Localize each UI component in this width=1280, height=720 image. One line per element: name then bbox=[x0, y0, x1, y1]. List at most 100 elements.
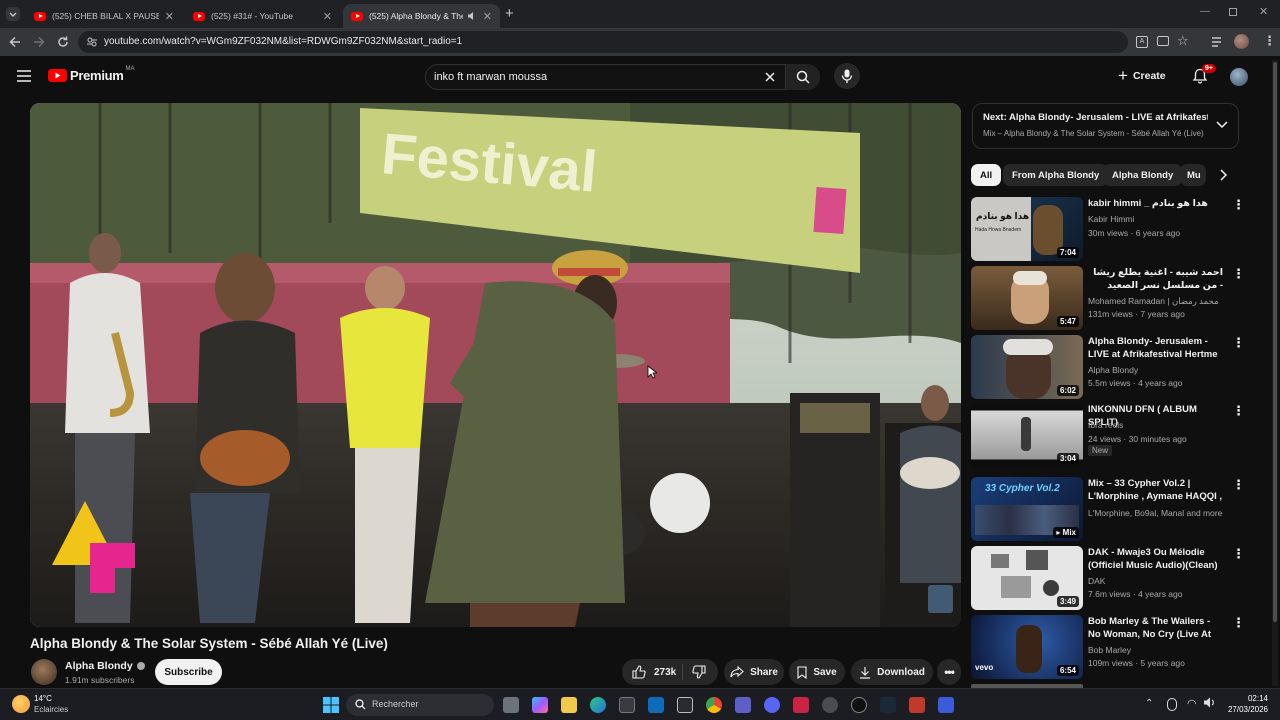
more-options-icon[interactable] bbox=[1231, 615, 1245, 631]
chip-all[interactable]: All bbox=[971, 164, 1002, 186]
edge-icon[interactable] bbox=[590, 697, 606, 713]
maximize-button[interactable] bbox=[1229, 8, 1237, 16]
channel-name: Alpha Blondy bbox=[65, 660, 133, 672]
outlook-icon[interactable] bbox=[648, 697, 664, 713]
chip-from-alpha-blondy[interactable]: From Alpha Blondy bbox=[1003, 164, 1109, 186]
hamburger-menu-button[interactable] bbox=[17, 70, 31, 82]
acrobat-icon[interactable] bbox=[793, 697, 809, 713]
weather-icon[interactable] bbox=[12, 695, 30, 713]
app-icon[interactable] bbox=[909, 697, 925, 713]
youtube-premium-logo[interactable]: Premium MA bbox=[48, 66, 135, 83]
teams-icon[interactable] bbox=[735, 697, 751, 713]
translate-icon[interactable]: A bbox=[1136, 36, 1148, 48]
recommendation-item[interactable]: 5:47 احمد شيبه - اغنية يطلع ريشا - من مس… bbox=[971, 266, 1245, 330]
discord-icon[interactable] bbox=[764, 697, 780, 713]
search-button[interactable] bbox=[785, 64, 820, 90]
task-view-icon[interactable] bbox=[503, 697, 519, 713]
chevron-up-icon[interactable]: ⌃ bbox=[1145, 698, 1153, 709]
chip-music[interactable]: Mu bbox=[1180, 164, 1206, 186]
start-button[interactable] bbox=[323, 697, 339, 713]
recommendation-item[interactable]: 33 Cypher Vol.2 ▸ Mix Mix – 33 Cypher Vo… bbox=[971, 477, 1245, 541]
create-button[interactable]: + Create bbox=[1118, 63, 1166, 89]
chip-alpha-blondy[interactable]: Alpha Blondy bbox=[1103, 164, 1183, 186]
up-next-panel[interactable]: Next: Alpha Blondy- Jerusalem - LIVE at … bbox=[972, 103, 1239, 149]
new-tab-button[interactable]: + bbox=[505, 5, 514, 22]
subscribe-button[interactable]: Subscribe bbox=[155, 659, 222, 685]
app-icon[interactable] bbox=[851, 697, 867, 713]
url-field[interactable]: youtube.com/watch?v=WGm9ZF032NM&list=RDW… bbox=[78, 31, 1128, 53]
steam-icon[interactable] bbox=[880, 697, 896, 713]
recommendation-item[interactable]: هدا هو بنادم Hada Howa Bnadem 7:04 kabir… bbox=[971, 197, 1245, 261]
expand-playlist-button[interactable] bbox=[1216, 120, 1228, 130]
close-tab-icon[interactable]: ✕ bbox=[165, 10, 174, 23]
recommendation-item[interactable]: 3:49 DAK - Mwaje3 Ou Mélodie (Officiel M… bbox=[971, 546, 1245, 610]
share-button[interactable]: Share bbox=[724, 659, 784, 685]
more-options-icon[interactable] bbox=[1231, 266, 1245, 282]
bookmark-star-icon[interactable]: ☆ bbox=[1177, 33, 1189, 49]
rec-meta: 7.6m views · 4 years ago bbox=[1088, 589, 1183, 599]
video-thumbnail: 6:02 bbox=[971, 335, 1083, 399]
more-options-icon[interactable] bbox=[1231, 335, 1245, 351]
more-actions-button[interactable]: ••• bbox=[937, 659, 961, 685]
video-player[interactable]: Festival bbox=[30, 103, 961, 627]
close-tab-icon[interactable]: ✕ bbox=[323, 10, 332, 23]
forward-button[interactable] bbox=[32, 35, 46, 49]
video-thumbnail: هدا هو بنادم Hada Howa Bnadem 7:04 bbox=[971, 197, 1083, 261]
back-button[interactable] bbox=[8, 35, 22, 49]
browser-tab-active[interactable]: (525) Alpha Blondy & The Solar System ✕ bbox=[343, 4, 500, 28]
chevron-right-icon bbox=[1220, 169, 1228, 181]
recommendation-item[interactable]: 6:02 Alpha Blondy- Jerusalem - LIVE at A… bbox=[971, 335, 1245, 399]
copilot-icon[interactable] bbox=[532, 697, 548, 713]
playlist-icon[interactable] bbox=[1210, 35, 1224, 49]
chrome-icon[interactable] bbox=[706, 697, 722, 713]
like-button[interactable]: 273k bbox=[632, 665, 676, 679]
file-explorer-icon[interactable] bbox=[561, 697, 577, 713]
close-tab-icon[interactable]: ✕ bbox=[483, 10, 492, 23]
profile-avatar[interactable] bbox=[1234, 34, 1249, 49]
volume-icon[interactable] bbox=[1203, 696, 1216, 709]
browser-tab[interactable]: (525) CHEB BILAL X PAUSE FLOW ✕ bbox=[26, 4, 182, 28]
close-window-button[interactable]: ✕ bbox=[1259, 5, 1268, 18]
clock-time[interactable]: 02:14 bbox=[1228, 694, 1268, 703]
store-icon[interactable] bbox=[619, 697, 635, 713]
taskbar-search[interactable]: Rechercher bbox=[346, 694, 494, 716]
clock-date[interactable]: 27/03/2026 bbox=[1222, 705, 1268, 714]
mail-icon[interactable] bbox=[677, 697, 693, 713]
channel-avatar[interactable] bbox=[31, 659, 57, 685]
notifications-button[interactable]: 9+ bbox=[1192, 64, 1216, 85]
app-icon[interactable] bbox=[822, 697, 838, 713]
save-button[interactable]: Save bbox=[789, 659, 845, 685]
search-input[interactable]: inko ft marwan moussa bbox=[425, 64, 820, 90]
more-options-icon[interactable] bbox=[1231, 546, 1245, 562]
active-app-icon[interactable] bbox=[938, 697, 954, 713]
account-avatar[interactable] bbox=[1230, 68, 1248, 86]
wifi-icon[interactable]: ◠ bbox=[1187, 697, 1197, 710]
microphone-icon[interactable] bbox=[1167, 698, 1177, 711]
scrollbar-thumb[interactable] bbox=[1273, 62, 1277, 622]
chips-next-button[interactable] bbox=[1206, 163, 1239, 187]
reload-button[interactable] bbox=[56, 35, 70, 49]
download-button[interactable]: Download bbox=[851, 659, 933, 685]
more-options-icon[interactable] bbox=[1231, 197, 1245, 213]
install-app-icon[interactable] bbox=[1157, 36, 1169, 46]
channel-name-row[interactable]: Alpha Blondy bbox=[65, 660, 145, 672]
menu-kebab-icon[interactable]: ⋮ bbox=[1263, 33, 1276, 49]
recommendation-item[interactable]: vevo 6:54 Bob Marley & The Wailers - No … bbox=[971, 615, 1245, 679]
voice-search-button[interactable] bbox=[834, 63, 860, 89]
weather-temp: 14°C bbox=[34, 694, 52, 703]
reload-icon bbox=[58, 36, 68, 47]
recommendation-item[interactable]: 3:04 INKONNU DFN ( ALBUM SPLIT) Ibra ree… bbox=[971, 403, 1245, 467]
rec-title: احمد شيبه - اغنية يطلع ريشا - من مسلسل ن… bbox=[1093, 267, 1223, 291]
verified-icon bbox=[136, 662, 145, 670]
more-options-icon[interactable] bbox=[1231, 403, 1245, 419]
download-icon bbox=[860, 666, 871, 679]
page-scrollbar[interactable] bbox=[1272, 60, 1278, 686]
more-options-icon[interactable] bbox=[1231, 477, 1245, 493]
site-info-icon[interactable] bbox=[86, 36, 98, 48]
speaker-icon[interactable] bbox=[467, 11, 477, 21]
browser-tab[interactable]: (525) #31# - YouTube ✕ bbox=[185, 4, 340, 28]
clear-search-button[interactable] bbox=[764, 71, 776, 83]
dislike-button[interactable] bbox=[692, 665, 706, 679]
minimize-button[interactable]: — bbox=[1200, 6, 1210, 17]
tab-search-button[interactable] bbox=[6, 7, 20, 21]
